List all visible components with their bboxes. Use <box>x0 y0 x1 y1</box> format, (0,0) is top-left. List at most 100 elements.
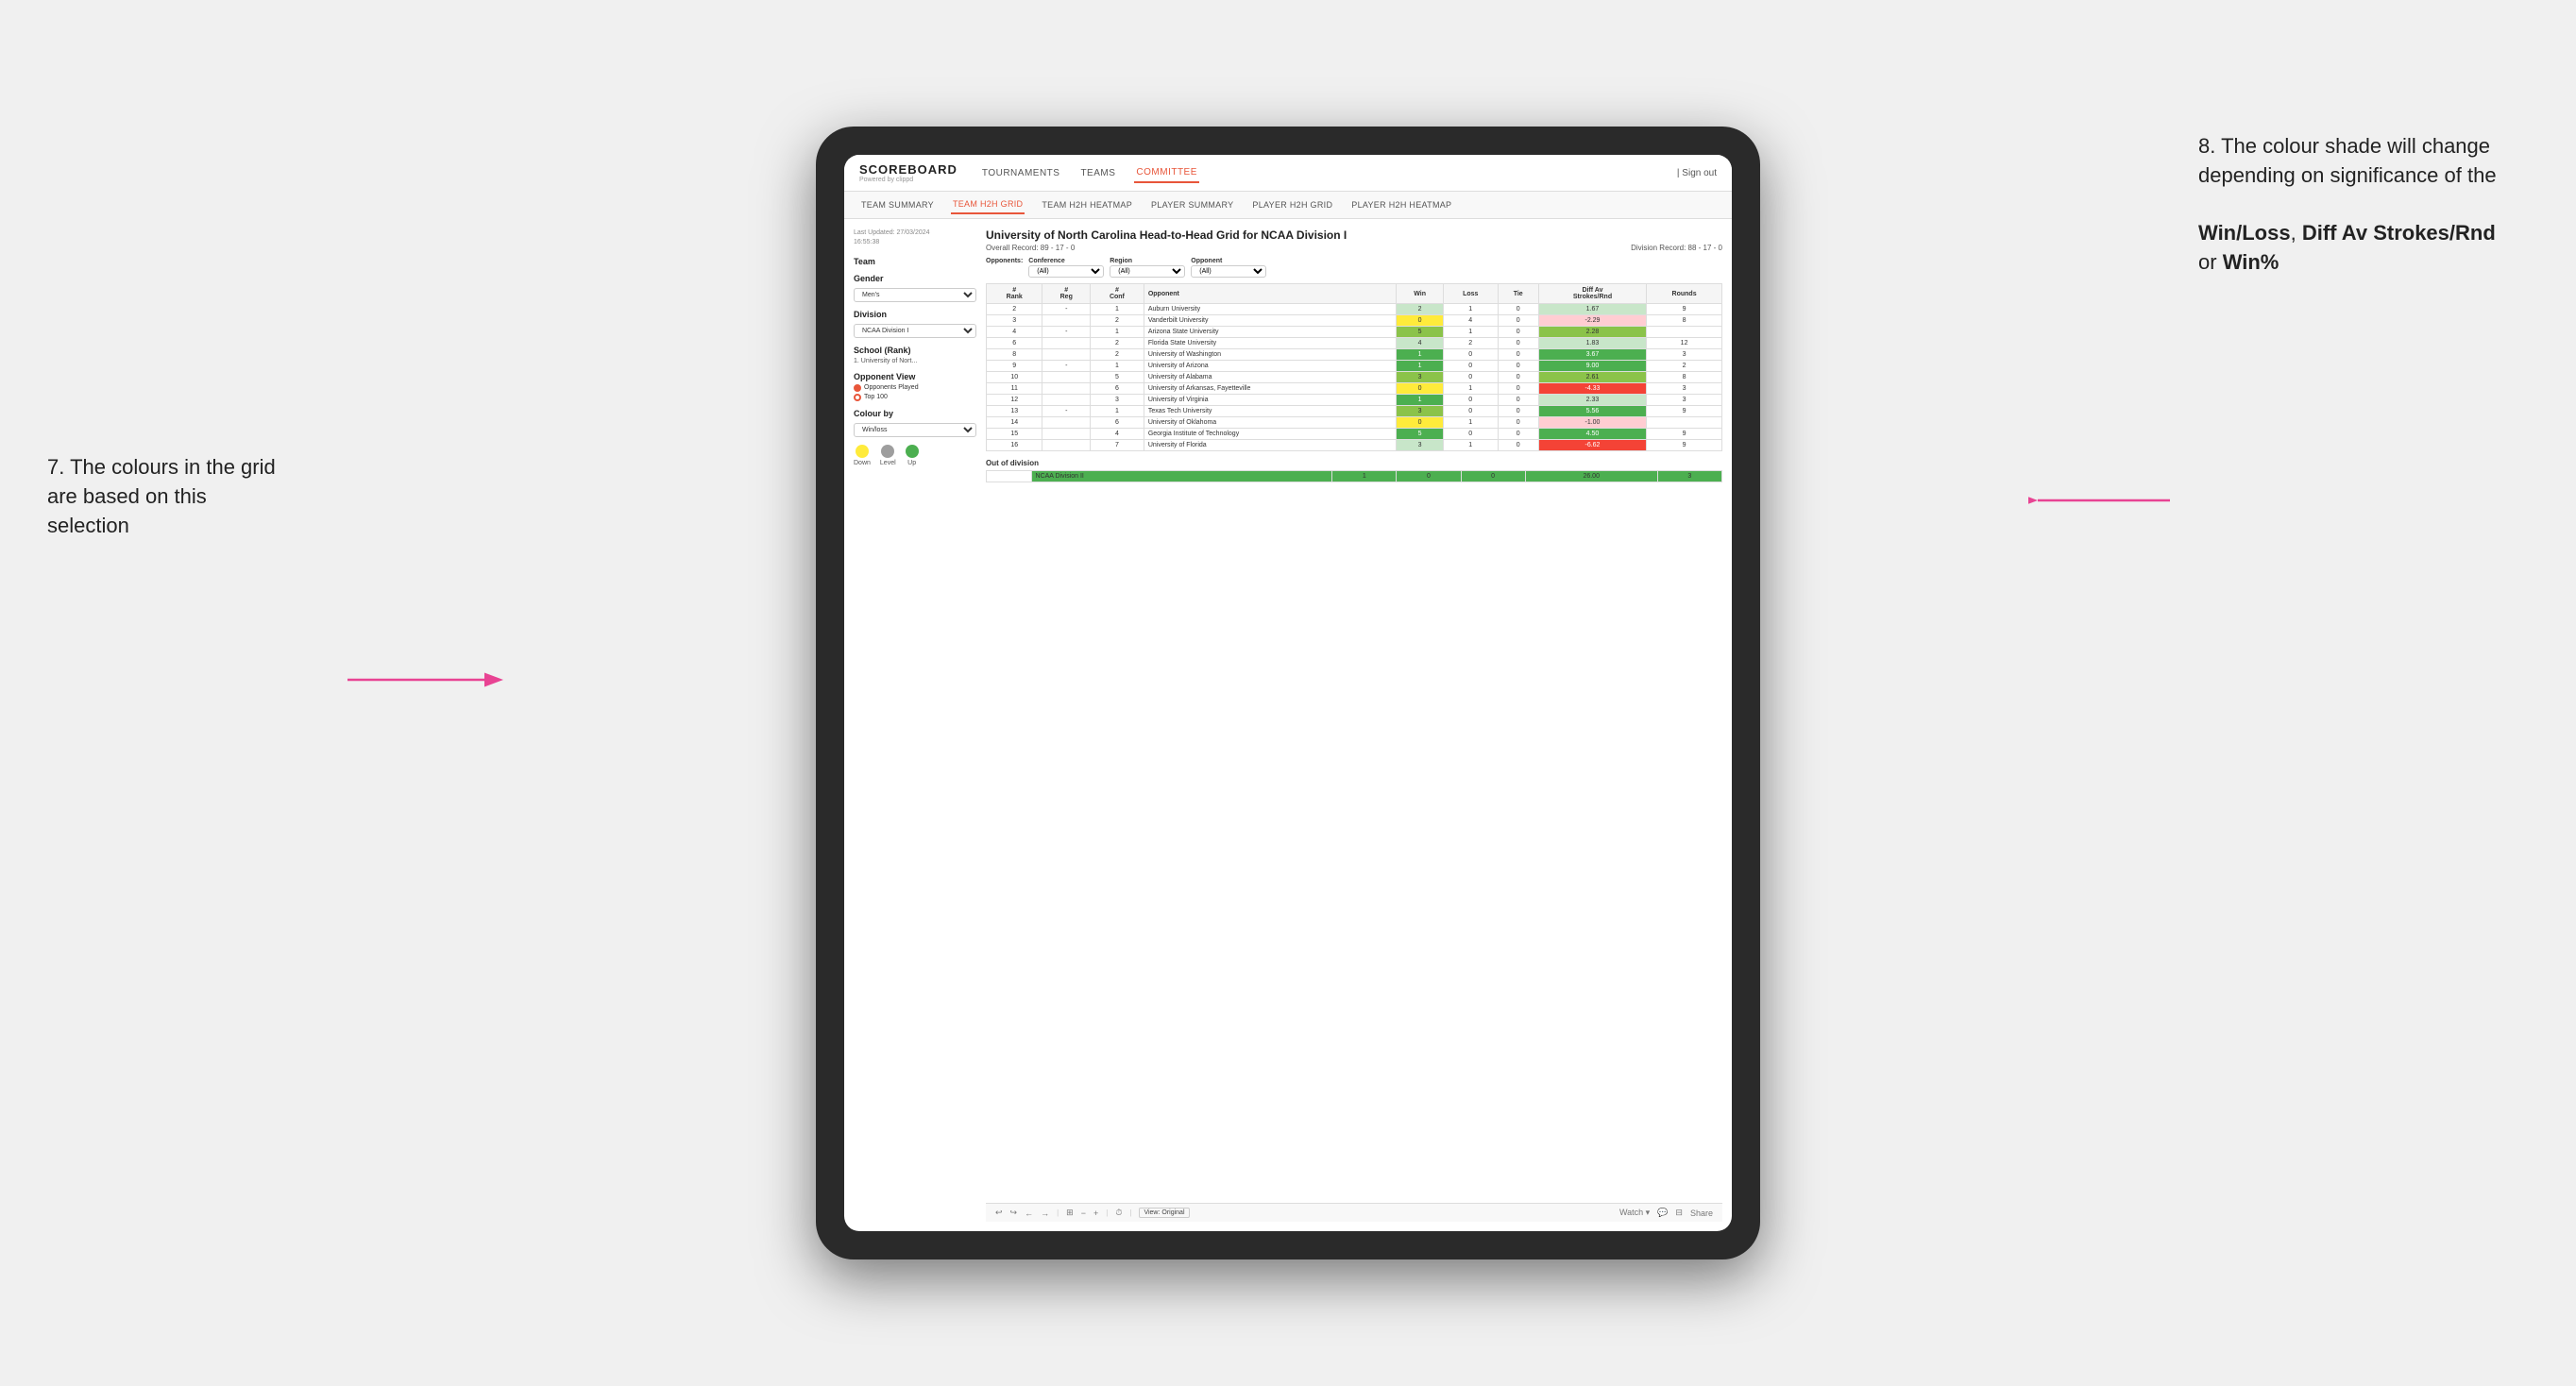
view-original-button[interactable]: View: Original <box>1139 1208 1189 1218</box>
team-label: Team <box>854 257 976 266</box>
legend-up-label: Up <box>907 460 916 466</box>
cell-rounds: 8 <box>1647 372 1722 383</box>
sec-nav-team-summary[interactable]: TEAM SUMMARY <box>859 196 936 213</box>
legend-down: Down <box>854 445 871 466</box>
school-section: School (Rank) 1. University of Nort... <box>854 346 976 364</box>
back-button[interactable]: ← <box>1025 1209 1033 1218</box>
grid-title: University of North Carolina Head-to-Hea… <box>986 228 1722 242</box>
cell-rank: 8 <box>987 349 1042 361</box>
conference-filter: Conference (All) <box>1028 258 1104 278</box>
sec-nav-player-summary[interactable]: PLAYER SUMMARY <box>1149 196 1235 213</box>
sec-nav-player-h2h-heatmap[interactable]: PLAYER H2H HEATMAP <box>1349 196 1453 213</box>
out-of-division-table: NCAA Division II 1 0 0 26.00 3 <box>986 470 1722 482</box>
cell-tie: 0 <box>1498 383 1538 395</box>
opponent-view-section: Opponent View Opponents Played Top 100 <box>854 372 976 401</box>
filters-row: Opponents: Conference (All) Region (All) <box>986 258 1722 278</box>
cell-opponent: Florida State University <box>1144 338 1397 349</box>
table-row: 12 3 University of Virginia 1 0 0 2.33 3 <box>987 395 1722 406</box>
cell-loss: 1 <box>1443 417 1498 429</box>
cell-tie: 0 <box>1498 372 1538 383</box>
colour-by-select[interactable]: Win/loss <box>854 423 976 437</box>
cell-opponent: University of Virginia <box>1144 395 1397 406</box>
division-record: Division Record: 88 - 17 - 0 <box>1631 244 1722 252</box>
cell-diff: -6.62 <box>1538 440 1646 451</box>
cell-rank: 6 <box>987 338 1042 349</box>
cell-conf: 1 <box>1091 327 1144 338</box>
sec-nav-player-h2h-grid[interactable]: PLAYER H2H GRID <box>1250 196 1334 213</box>
division-select[interactable]: NCAA Division I <box>854 324 976 338</box>
zoom-out-button[interactable]: − <box>1081 1209 1086 1218</box>
watch-button[interactable]: Watch ▾ <box>1619 1208 1650 1218</box>
grid-panel: University of North Carolina Head-to-Hea… <box>986 228 1722 1222</box>
opponents-filter: Opponents: <box>986 258 1023 278</box>
grid-subtitle: Overall Record: 89 - 17 - 0 Division Rec… <box>986 244 1722 252</box>
forward-button[interactable]: → <box>1041 1209 1049 1218</box>
cell-tie: 0 <box>1498 349 1538 361</box>
top-100-radio[interactable]: Top 100 <box>854 394 976 401</box>
arrow-left <box>338 661 508 699</box>
cell-win: 4 <box>1397 338 1444 349</box>
school-label: School (Rank) <box>854 346 976 355</box>
cell-rank: 2 <box>987 304 1042 315</box>
cell-opponent: Texas Tech University <box>1144 406 1397 417</box>
cell-tie: 0 <box>1498 440 1538 451</box>
redo-button[interactable]: ↪ <box>1010 1208 1018 1218</box>
cell-rank: 16 <box>987 440 1042 451</box>
clock-button[interactable]: ⏱ <box>1115 1208 1122 1218</box>
cell-loss: 1 <box>1443 327 1498 338</box>
table-row: 4 - 1 Arizona State University 5 1 0 2.2… <box>987 327 1722 338</box>
colour-by-section: Colour by Win/loss <box>854 409 976 437</box>
cell-opponent: University of Arizona <box>1144 361 1397 372</box>
opponent-select[interactable]: (All) <box>1191 265 1266 278</box>
cell-conf: 6 <box>1091 383 1144 395</box>
cell-rounds: 3 <box>1647 349 1722 361</box>
cell-rounds: 9 <box>1647 304 1722 315</box>
cell-opponent: Arizona State University <box>1144 327 1397 338</box>
gender-label: Gender <box>854 274 976 283</box>
left-panel: Last Updated: 27/03/2024 16:55:38 Team G… <box>854 228 976 1222</box>
col-reg: #Reg <box>1042 284 1091 304</box>
sec-nav-team-h2h-grid[interactable]: TEAM H2H GRID <box>951 195 1025 214</box>
region-label: Region <box>1110 258 1185 264</box>
gender-select[interactable]: Men's <box>854 288 976 302</box>
cell-reg <box>1042 372 1091 383</box>
nav-teams[interactable]: TEAMS <box>1078 164 1117 182</box>
out-div-tie: 0 <box>1461 471 1525 482</box>
secondary-nav: TEAM SUMMARY TEAM H2H GRID TEAM H2H HEAT… <box>844 192 1732 219</box>
undo-button[interactable]: ↩ <box>995 1208 1003 1218</box>
sign-out-button[interactable]: | Sign out <box>1677 168 1717 178</box>
out-of-division: Out of division NCAA Division II 1 0 0 2… <box>986 459 1722 482</box>
cell-tie: 0 <box>1498 406 1538 417</box>
cell-opponent: University of Washington <box>1144 349 1397 361</box>
zoom-in-button[interactable]: + <box>1093 1209 1098 1218</box>
cell-reg <box>1042 429 1091 440</box>
annotation-left: 7. The colours in the grid are based on … <box>47 453 293 540</box>
col-win: Win <box>1397 284 1444 304</box>
cell-rounds: 2 <box>1647 361 1722 372</box>
cell-opponent: University of Florida <box>1144 440 1397 451</box>
cell-win: 5 <box>1397 429 1444 440</box>
separator1: | <box>1057 1209 1059 1217</box>
opponents-played-radio[interactable]: Opponents Played <box>854 384 976 392</box>
grid-view-button[interactable]: ⊟ <box>1675 1208 1683 1218</box>
out-div-diff: 26.00 <box>1525 471 1657 482</box>
conference-select[interactable]: (All) <box>1028 265 1104 278</box>
nav-committee[interactable]: COMMITTEE <box>1134 163 1199 183</box>
sec-nav-team-h2h-heatmap[interactable]: TEAM H2H HEATMAP <box>1040 196 1134 213</box>
region-select[interactable]: (All) <box>1110 265 1185 278</box>
logo: SCOREBOARD Powered by clippd <box>859 162 958 183</box>
grid-button[interactable]: ⊞ <box>1066 1208 1074 1218</box>
cell-opponent: Vanderbilt University <box>1144 315 1397 327</box>
conference-label: Conference <box>1028 258 1104 264</box>
opponents-filter-label: Opponents: <box>986 258 1023 264</box>
cell-rank: 9 <box>987 361 1042 372</box>
out-div-rounds: 3 <box>1657 471 1721 482</box>
share-button[interactable]: Share <box>1690 1209 1713 1218</box>
comment-button[interactable]: 💬 <box>1657 1208 1668 1218</box>
opponent-label: Opponent <box>1191 258 1266 264</box>
nav-tournaments[interactable]: TOURNAMENTS <box>980 164 1062 182</box>
cell-reg <box>1042 440 1091 451</box>
col-rank: #Rank <box>987 284 1042 304</box>
annotation-right-text: 8. The colour shade will change dependin… <box>2198 134 2497 187</box>
cell-diff: 3.67 <box>1538 349 1646 361</box>
